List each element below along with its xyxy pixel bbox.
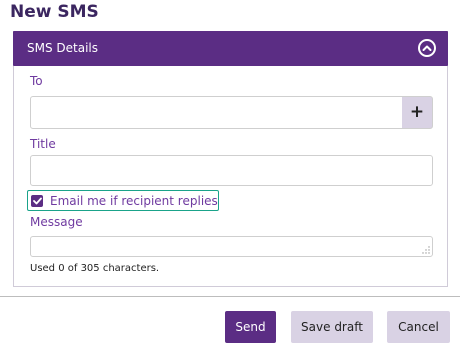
check-icon (32, 197, 42, 204)
title-input[interactable] (30, 155, 433, 186)
sms-details-panel-header: SMS Details (13, 31, 448, 66)
message-textarea[interactable] (30, 236, 433, 257)
save-draft-button[interactable]: Save draft (291, 311, 373, 343)
send-button[interactable]: Send (225, 311, 276, 343)
page-title: New SMS (10, 2, 99, 22)
add-recipient-button[interactable]: + (402, 96, 433, 129)
email-reply-option[interactable]: Email me if recipient replies (27, 190, 219, 211)
message-label: Message (30, 215, 83, 229)
resize-grip-icon[interactable] (422, 246, 430, 254)
chevron-up-circle-icon[interactable] (418, 39, 436, 57)
panel-title: SMS Details (27, 41, 99, 55)
email-reply-label: Email me if recipient replies (50, 193, 218, 208)
title-label: Title (30, 137, 56, 151)
chevron-up-icon (422, 45, 432, 51)
email-reply-checkbox[interactable] (31, 194, 43, 207)
cancel-button[interactable]: Cancel (387, 311, 450, 343)
character-count: Used 0 of 305 characters. (30, 263, 160, 274)
footer-divider (0, 296, 460, 297)
to-input[interactable] (30, 96, 403, 129)
to-label: To (30, 74, 43, 88)
